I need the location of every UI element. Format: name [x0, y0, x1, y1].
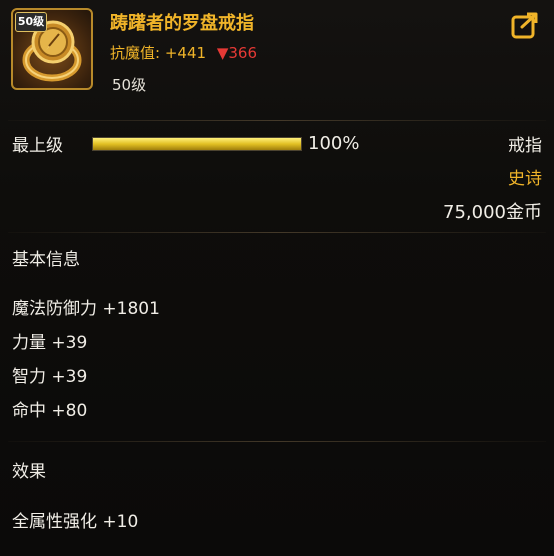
divider	[8, 441, 546, 442]
level-badge: 50级	[15, 12, 47, 32]
divider	[8, 232, 546, 233]
attribute-row: 魔法防御力 +1801	[12, 299, 160, 319]
stat-down-value: ▼366	[216, 44, 258, 62]
attribute-row: 力量 +39	[12, 333, 88, 353]
magic-resist-stat: 抗魔值: +441 ▼366	[110, 42, 257, 63]
down-arrow-icon: ▼	[216, 44, 229, 62]
quality-label: 最上级	[12, 136, 63, 156]
required-level: 50级	[112, 76, 147, 94]
item-type: 戒指	[508, 136, 542, 156]
attribute-row: 智力 +39	[12, 367, 88, 387]
effect-row: 全属性强化 +10	[12, 512, 139, 532]
item-tooltip-panel: 50级 踌躇者的罗盘戒指 抗魔值: +441 ▼366 50级 最上级 100%…	[0, 0, 554, 556]
quality-percent: 100%	[308, 133, 360, 154]
attribute-row: 命中 +80	[12, 401, 88, 421]
basic-info-title: 基本信息	[12, 250, 80, 270]
share-button[interactable]	[508, 8, 542, 42]
item-price: 75,000金币	[443, 202, 542, 223]
quality-bar-fill	[93, 138, 301, 150]
divider	[8, 120, 546, 121]
item-rarity: 史诗	[508, 169, 542, 189]
effects-title: 效果	[12, 462, 46, 482]
ring-icon: 50级	[11, 8, 93, 90]
item-name: 踌躇者的罗盘戒指	[110, 13, 254, 34]
share-icon	[511, 12, 538, 39]
stat-up-value: +441	[164, 44, 207, 62]
stat-label: 抗魔值:	[110, 44, 161, 62]
quality-bar	[92, 137, 302, 151]
